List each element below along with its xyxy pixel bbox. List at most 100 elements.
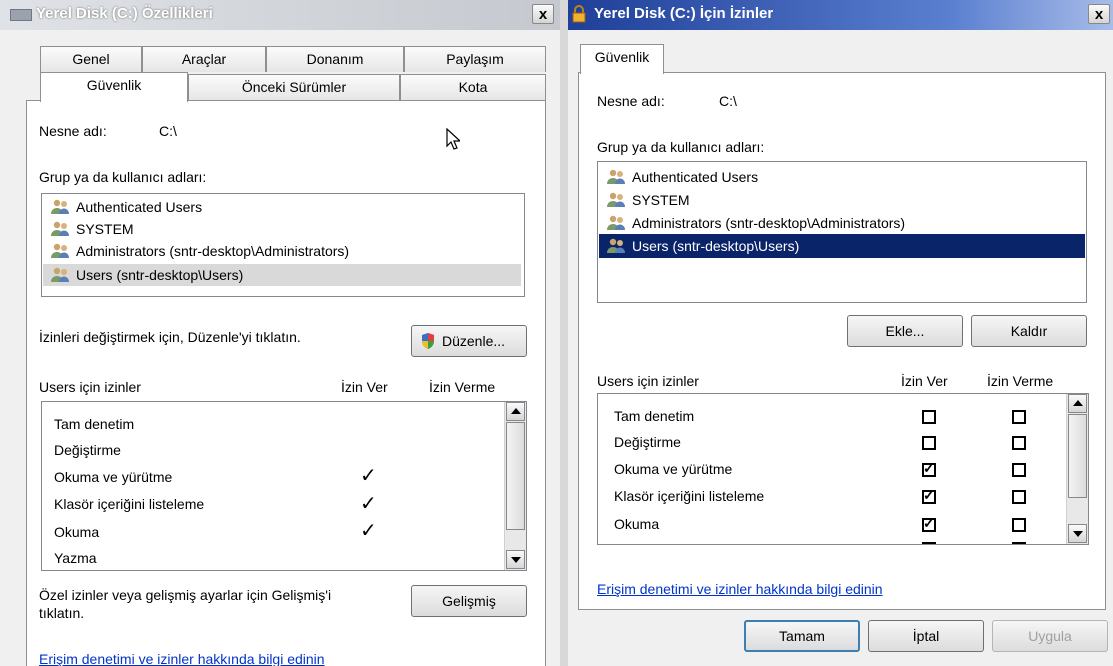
deny-checkbox-okuma[interactable] <box>1012 518 1026 532</box>
left-permissions-list[interactable]: Tam denetim Değiştirme Okuma ve yürütme … <box>41 401 527 571</box>
deny-checkbox-degistirme[interactable] <box>1012 436 1026 450</box>
edit-button[interactable]: Düzenle... <box>411 325 527 357</box>
object-name-label: Nesne adı: <box>597 93 665 109</box>
permission-name: Okuma ve yürütme <box>54 469 173 485</box>
advanced-hint-line1: Özel izinler veya gelişmiş ayarlar için … <box>39 587 332 603</box>
right-permissions-dialog: Yerel Disk (C:) İçin İzinler x Güvenlik … <box>568 0 1113 666</box>
shield-icon <box>422 333 434 349</box>
user-group-icon <box>607 215 625 230</box>
help-link[interactable]: Erişim denetimi ve izinler hakkında bilg… <box>597 581 883 597</box>
button-label: Ekle... <box>885 323 925 339</box>
allow-checkbox-okuma-yurutme[interactable]: ✓ <box>922 460 936 477</box>
permission-name: Okuma <box>54 524 100 540</box>
list-item-users[interactable]: Users (sntr-desktop\Users) <box>43 264 521 286</box>
tab-label: Paylaşım <box>446 51 504 67</box>
button-label: Kaldır <box>1010 323 1048 339</box>
scroll-up-button[interactable] <box>1068 394 1087 413</box>
lock-icon <box>572 5 586 23</box>
help-link[interactable]: Erişim denetimi ve izinler hakkında bilg… <box>39 651 325 666</box>
tab-araclar[interactable]: Araçlar <box>142 46 266 72</box>
remove-button[interactable]: Kaldır <box>971 315 1087 347</box>
permission-name: Tam denetim <box>54 416 135 432</box>
arrow-up-icon <box>1073 400 1083 406</box>
right-close-button[interactable]: x <box>1088 4 1110 24</box>
allow-checkbox-degistirme[interactable] <box>922 436 936 450</box>
user-group-icon <box>51 267 69 282</box>
deny-header: İzin Verme <box>429 379 496 395</box>
close-icon: x <box>1094 6 1104 23</box>
tab-paylasim[interactable]: Paylaşım <box>404 46 546 72</box>
tab-guvenlik[interactable]: Güvenlik <box>40 72 188 102</box>
button-label: Tamam <box>779 628 825 644</box>
deny-header: İzin Verme <box>987 373 1054 389</box>
left-close-button[interactable]: x <box>532 4 554 24</box>
user-name: Administrators (sntr-desktop\Administrat… <box>76 243 350 259</box>
tab-label: Güvenlik <box>86 77 142 93</box>
ok-button[interactable]: Tamam <box>744 620 860 652</box>
scroll-down-button[interactable] <box>1068 524 1087 543</box>
allow-checkbox-tam-denetim[interactable] <box>922 410 936 424</box>
allow-header: İzin Ver <box>341 379 388 395</box>
scroll-up-button[interactable] <box>506 402 525 421</box>
tab-label: Donanım <box>306 51 364 67</box>
tab-genel[interactable]: Genel <box>40 46 142 72</box>
tab-onceki-surumler[interactable]: Önceki Sürümler <box>188 74 400 100</box>
list-item-administrators[interactable]: Administrators (sntr-desktop\Administrat… <box>46 240 518 262</box>
arrow-down-icon <box>1073 531 1083 537</box>
advanced-button[interactable]: Gelişmiş <box>411 585 527 617</box>
checkmark-icon: ✓ <box>923 487 935 503</box>
list-item-users[interactable]: Users (sntr-desktop\Users) <box>599 234 1085 258</box>
right-users-list[interactable]: Authenticated Users SYSTEM Administrator… <box>597 161 1087 303</box>
tab-donanim[interactable]: Donanım <box>266 46 404 72</box>
user-group-icon <box>607 238 625 253</box>
tab-label: Genel <box>72 51 110 67</box>
allow-checkbox-okuma[interactable]: ✓ <box>922 515 936 532</box>
permission-name: Okuma <box>614 516 660 532</box>
deny-checkbox-okuma-yurutme[interactable] <box>1012 463 1026 477</box>
permission-name: Değiştirme <box>614 434 681 450</box>
tab-kota[interactable]: Kota <box>400 74 546 100</box>
list-item-administrators[interactable]: Administrators (sntr-desktop\Administrat… <box>602 212 1072 234</box>
permission-name: Klasör içeriğini listeleme <box>614 488 765 504</box>
tab-label: Güvenlik <box>594 49 650 65</box>
permissions-header: Users için izinler <box>39 379 141 395</box>
allow-checkmark-icon: ✓ <box>360 520 377 542</box>
left-title-bar[interactable]: Yerel Disk (C:) Özellikleri x <box>0 0 560 30</box>
add-button[interactable]: Ekle... <box>847 315 963 347</box>
scroll-down-button[interactable] <box>506 550 525 569</box>
permission-name: Klasör içeriğini listeleme <box>54 496 205 512</box>
left-users-list[interactable]: Authenticated Users SYSTEM Administrator… <box>41 193 525 297</box>
apply-button[interactable]: Uygula <box>992 620 1108 652</box>
deny-checkbox-klasor-listeleme[interactable] <box>1012 490 1026 504</box>
scroll-thumb[interactable] <box>1068 414 1087 498</box>
list-item-system[interactable]: SYSTEM <box>602 189 1072 211</box>
cancel-button[interactable]: İptal <box>868 620 984 652</box>
left-window-title: Yerel Disk (C:) Özellikleri <box>36 5 213 22</box>
permissions-scrollbar[interactable] <box>1066 394 1088 544</box>
object-name-value: C:\ <box>159 123 177 139</box>
user-name: Users (sntr-desktop\Users) <box>632 238 800 254</box>
scroll-thumb[interactable] <box>506 422 525 530</box>
object-name-label: Nesne adı: <box>39 123 107 139</box>
allow-header: İzin Ver <box>901 373 948 389</box>
left-properties-dialog: Yerel Disk (C:) Özellikleri x Genel Araç… <box>0 0 560 666</box>
user-group-icon <box>607 169 625 184</box>
list-item-system[interactable]: SYSTEM <box>46 218 518 240</box>
list-item-authenticated-users[interactable]: Authenticated Users <box>46 196 518 218</box>
tab-guvenlik[interactable]: Güvenlik <box>580 44 664 74</box>
mouse-cursor-icon <box>446 128 460 150</box>
edit-hint: İzinleri değiştirmek için, Düzenle'yi tı… <box>39 329 301 345</box>
user-group-icon <box>51 243 69 258</box>
checkmark-icon: ✓ <box>923 515 935 531</box>
right-title-bar[interactable]: Yerel Disk (C:) İçin İzinler x <box>568 0 1113 30</box>
list-item-authenticated-users[interactable]: Authenticated Users <box>602 166 1072 188</box>
deny-checkbox-tam-denetim[interactable] <box>1012 410 1026 424</box>
arrow-up-icon <box>511 408 521 414</box>
object-name-value: C:\ <box>719 93 737 109</box>
user-group-icon <box>51 221 69 236</box>
allow-checkbox-klasor-listeleme[interactable]: ✓ <box>922 487 936 504</box>
user-name: SYSTEM <box>76 221 134 237</box>
right-permissions-list[interactable]: Tam denetim Değiştirme Okuma ve yürütme … <box>597 393 1089 545</box>
permissions-scrollbar[interactable] <box>504 402 526 570</box>
user-name: SYSTEM <box>632 192 690 208</box>
